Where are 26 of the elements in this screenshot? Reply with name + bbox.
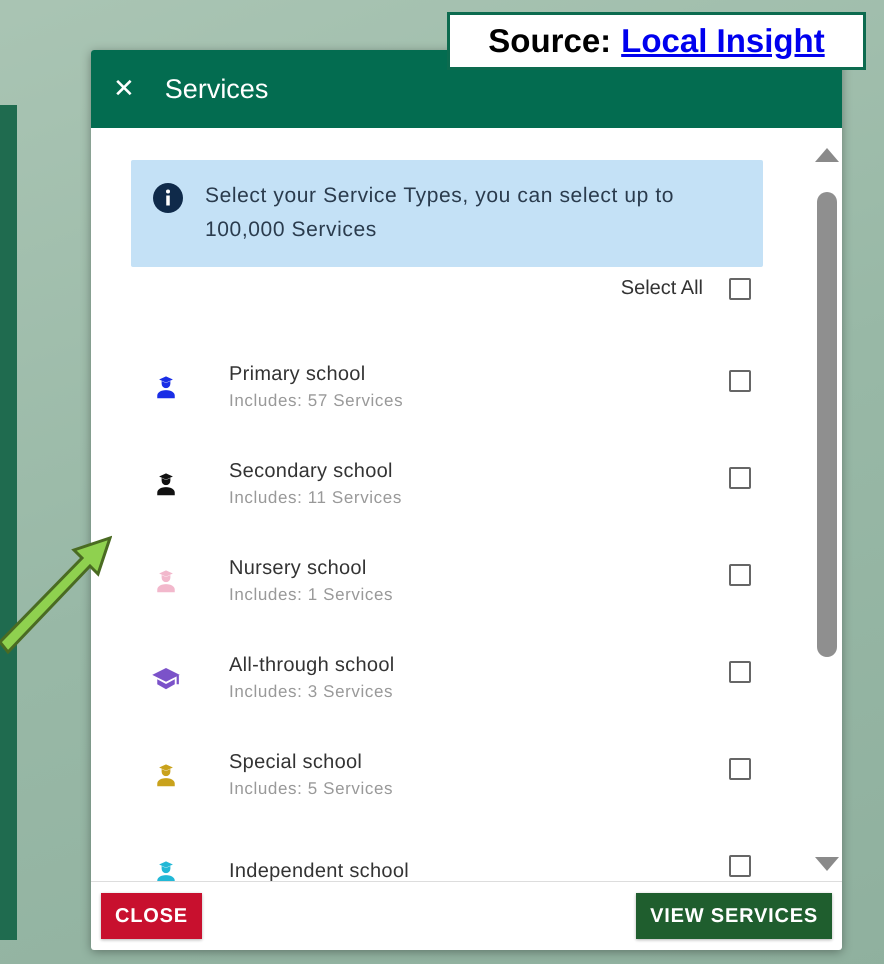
service-checkbox[interactable]	[729, 564, 751, 586]
service-count: Includes: 11 Services	[229, 488, 403, 508]
service-name: Independent school	[229, 860, 410, 881]
source-link[interactable]: Local Insight	[621, 22, 825, 60]
select-all-label: Select All	[620, 277, 703, 300]
service-checkbox[interactable]	[729, 854, 751, 876]
service-count: Includes: 57 Services	[229, 390, 404, 410]
service-name: Special school	[229, 750, 364, 774]
service-checkbox[interactable]	[729, 660, 751, 682]
close-button[interactable]: CLOSE	[101, 893, 202, 939]
source-label: Source:	[488, 22, 612, 60]
service-checkbox[interactable]	[729, 370, 751, 392]
service-name: Primary school	[229, 362, 366, 386]
select-all-checkbox[interactable]	[729, 278, 751, 300]
service-checkbox[interactable]	[729, 758, 751, 780]
info-text: Select your Service Types, you can select up to 100,000 Services	[205, 183, 676, 243]
view-services-button[interactable]: VIEW SERVICES	[636, 893, 832, 939]
service-count: Includes: 1 Services	[229, 584, 394, 604]
service-count: Includes: 5 Services	[229, 778, 394, 798]
service-name: All-through school	[229, 654, 396, 676]
service-count: Includes: 3 Services	[229, 682, 394, 702]
service-checkbox[interactable]	[729, 466, 751, 488]
info-icon	[153, 183, 183, 213]
service-name: Secondary school	[229, 460, 394, 482]
dialog-title: Services	[164, 74, 268, 104]
service-name: Nursery school	[229, 556, 368, 580]
